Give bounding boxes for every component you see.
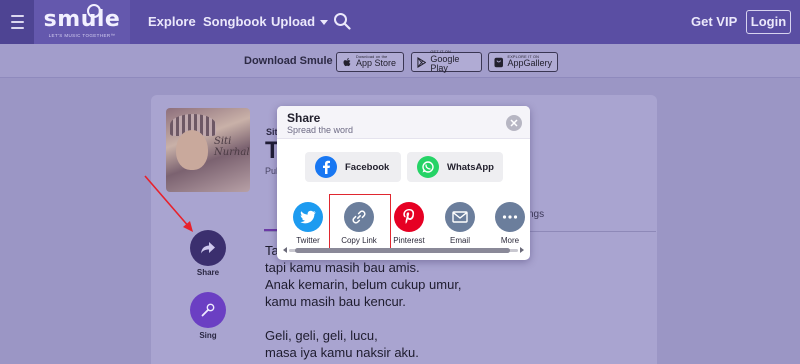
album-portrait	[176, 130, 208, 170]
apple-icon	[343, 57, 351, 66]
close-button[interactable]	[506, 115, 522, 131]
huawei-icon	[494, 57, 503, 67]
lyric-line: Geli, geli, geli, lucu,	[265, 328, 378, 343]
envelope-icon	[445, 202, 475, 232]
facebook-share-button[interactable]: Facebook	[305, 152, 401, 182]
pinterest-icon	[394, 202, 424, 232]
logo-tagline: LET'S MUSIC TOGETHER™	[48, 33, 116, 38]
login-button[interactable]: Login	[746, 10, 791, 34]
scroll-left-arrow-icon[interactable]	[283, 247, 287, 253]
get-vip-link[interactable]: Get VIP	[691, 14, 737, 29]
top-nav-bar: smule LET'S MUSIC TOGETHER™ Explore Song…	[0, 0, 800, 44]
app-store-badge[interactable]: Download on the App Store	[336, 52, 404, 72]
facebook-label: Facebook	[345, 161, 390, 173]
lyric-line: masa iya kamu naksir aku.	[265, 345, 419, 360]
twitter-share-option[interactable]: Twitter	[287, 202, 329, 245]
lyric-line: tapi kamu masih bau amis.	[265, 260, 420, 275]
close-icon	[510, 119, 518, 127]
download-title: Download Smule	[244, 55, 333, 67]
logo-ring-icon	[87, 4, 101, 18]
store-name: App Store	[356, 58, 397, 69]
twitter-label: Twitter	[296, 236, 320, 245]
chevron-down-icon	[320, 20, 329, 26]
pinterest-share-option[interactable]: Pinterest	[388, 202, 430, 245]
more-share-option[interactable]: More	[489, 202, 530, 245]
share-button-label: Share	[196, 268, 220, 277]
tab-recordings[interactable]: ngs	[528, 209, 544, 220]
nav-explore-link[interactable]: Explore	[148, 14, 196, 29]
app-gallery-badge[interactable]: EXPLORE IT ON AppGallery	[488, 52, 558, 72]
share-dialog-subtitle: Spread the word	[287, 125, 354, 135]
twitter-icon	[293, 202, 323, 232]
sing-button-label: Sing	[199, 331, 217, 340]
share-arrow-icon	[201, 242, 215, 254]
copy-link-highlight-box	[329, 194, 391, 252]
scroll-right-arrow-icon[interactable]	[520, 247, 524, 253]
smule-logo[interactable]: smule LET'S MUSIC TOGETHER™	[34, 0, 130, 44]
microphone-icon	[201, 303, 215, 317]
hamburger-menu-icon[interactable]	[0, 0, 34, 44]
lyric-line: kamu masih bau kencur.	[265, 294, 406, 309]
search-icon[interactable]	[333, 12, 351, 30]
lyric-line: Anak kemarin, belum cukup umur,	[265, 277, 462, 292]
lyric-stanza-break	[265, 310, 462, 327]
nav-upload-menu[interactable]: Upload	[271, 14, 329, 29]
share-options-scrollbar[interactable]	[283, 246, 524, 254]
email-share-option[interactable]: Email	[439, 202, 481, 245]
nav-songbook-link[interactable]: Songbook	[203, 14, 267, 29]
facebook-icon	[315, 156, 337, 178]
email-label: Email	[449, 236, 470, 245]
logo-wordmark: smule	[43, 7, 121, 32]
share-dialog: Share Spread the word Facebook WhatsApp …	[277, 106, 530, 260]
download-app-bar: Download Smule Download on the App Store …	[0, 44, 800, 78]
scrollbar-thumb[interactable]	[295, 248, 510, 253]
store-name: Google Play	[430, 53, 460, 73]
share-dialog-title: Share	[287, 111, 321, 125]
more-dots-icon	[495, 202, 525, 232]
google-play-icon	[417, 56, 427, 68]
store-name: AppGallery	[507, 58, 552, 69]
pinterest-label: Pinterest	[393, 236, 425, 245]
album-cover-text: Siti Nurhaliza	[214, 136, 250, 158]
google-play-badge[interactable]: GET IT ON Google Play	[411, 50, 482, 73]
whatsapp-share-button[interactable]: WhatsApp	[407, 152, 503, 182]
sing-button[interactable]	[190, 292, 226, 328]
whatsapp-label: WhatsApp	[447, 161, 494, 173]
nav-upload-label: Upload	[271, 14, 316, 29]
more-label: More	[500, 236, 520, 245]
annotation-arrow-icon	[144, 175, 193, 232]
share-dialog-header: Share Spread the word	[277, 106, 530, 139]
whatsapp-icon	[417, 156, 439, 178]
